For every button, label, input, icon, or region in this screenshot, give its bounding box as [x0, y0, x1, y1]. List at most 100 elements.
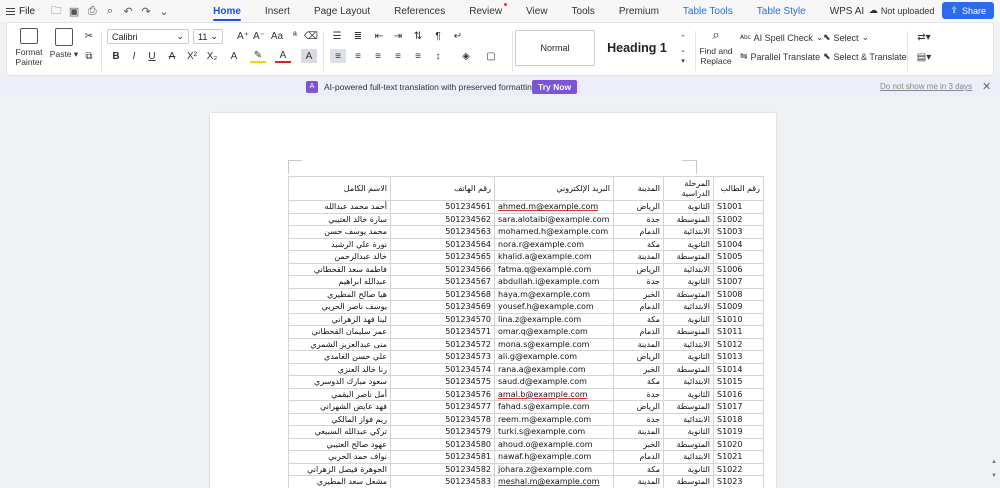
save-icon[interactable]: ▣	[65, 2, 83, 20]
cell-phone[interactable]: 501234575	[390, 375, 495, 389]
cell-stage[interactable]: المتوسطة	[663, 212, 714, 226]
cell-city[interactable]: الرياض	[613, 350, 664, 364]
decrease-font-icon[interactable]: A⁻	[251, 29, 267, 43]
cut-icon[interactable]: ✂	[81, 29, 97, 43]
undo-icon[interactable]: ↶	[119, 2, 137, 20]
align-left-icon[interactable]: ≡	[330, 49, 346, 63]
cell-student-id[interactable]: S1013	[713, 350, 764, 364]
cell-stage[interactable]: المتوسطة	[663, 362, 714, 376]
shading-icon[interactable]: ◈	[458, 49, 474, 63]
cell-name[interactable]: الجوهرة فيصل الزهراني	[288, 462, 391, 476]
cell-city[interactable]: الرياض	[613, 400, 664, 414]
cell-city[interactable]: المدينة	[613, 425, 664, 439]
cell-email[interactable]: ahoud.o@example.com	[494, 437, 614, 451]
italic-icon[interactable]: I	[126, 49, 142, 63]
cell-name[interactable]: سعود مبارك الدوسري	[288, 375, 391, 389]
style-normal[interactable]: Normal	[515, 30, 595, 66]
copy-icon[interactable]: ⧉	[81, 49, 97, 63]
cell-name[interactable]: فهد عايض الشهراني	[288, 400, 391, 414]
cell-student-id[interactable]: S1001	[713, 200, 764, 214]
tab-premium[interactable]: Premium	[607, 0, 671, 22]
line-spacing-icon[interactable]: ↕	[430, 49, 446, 63]
distributed-icon[interactable]: ≡	[410, 49, 426, 63]
close-icon[interactable]: ✕	[982, 80, 991, 93]
cell-student-id[interactable]: S1017	[713, 400, 764, 414]
cell-email[interactable]: mona.s@example.com	[494, 337, 614, 351]
phonetic-guide-icon[interactable]: ª	[287, 29, 303, 43]
cell-phone[interactable]: 501234566	[390, 262, 495, 276]
cell-name[interactable]: نورة علي الرشيد	[288, 237, 391, 251]
cell-phone[interactable]: 501234577	[390, 400, 495, 414]
cell-stage[interactable]: المتوسطة	[663, 437, 714, 451]
cell-name[interactable]: عمر سليمان القحطاني	[288, 325, 391, 339]
cell-email[interactable]: omar.q@example.com	[494, 325, 614, 339]
cell-city[interactable]: جدة	[613, 212, 664, 226]
text-direction-icon[interactable]: ⇄▾	[913, 30, 935, 44]
cell-city[interactable]: الدمام	[613, 225, 664, 239]
style-more-icon[interactable]: ▾	[675, 54, 691, 68]
tab-insert[interactable]: Insert	[253, 0, 302, 22]
parallel-translate-button[interactable]: ⇋ Parallel Translate	[740, 51, 820, 62]
cell-student-id[interactable]: S1006	[713, 262, 764, 276]
clear-format-icon[interactable]: ⌫	[303, 29, 319, 43]
cell-stage[interactable]: المتوسطة	[663, 325, 714, 339]
cell-student-id[interactable]: S1021	[713, 450, 764, 464]
paste-button[interactable]: Paste ▾	[48, 28, 80, 59]
cell-stage[interactable]: الابتدائية	[663, 300, 714, 314]
bullets-icon[interactable]: ☰	[329, 29, 345, 43]
character-shading-icon[interactable]: A	[301, 49, 317, 63]
cell-phone[interactable]: 501234572	[390, 337, 495, 351]
cell-stage[interactable]: الابتدائية	[663, 225, 714, 239]
strikethrough-icon[interactable]: A	[164, 49, 180, 63]
show-marks-icon[interactable]: ↵	[450, 29, 466, 43]
tab-table-tools[interactable]: Table Tools	[671, 0, 745, 22]
cell-city[interactable]: مكة	[613, 375, 664, 389]
cell-name[interactable]: مشعل سعد المطيري	[288, 475, 391, 488]
cell-email[interactable]: nora.r@example.com	[494, 237, 614, 251]
cell-email[interactable]: khalid.a@example.com	[494, 250, 614, 264]
cell-student-id[interactable]: S1019	[713, 425, 764, 439]
cell-phone[interactable]: 501234569	[390, 300, 495, 314]
cell-stage[interactable]: الثانوية	[663, 275, 714, 289]
cell-email[interactable]: sara.alotaibi@example.com	[494, 212, 614, 226]
scroll-up-icon[interactable]: ▲	[991, 459, 997, 465]
cell-city[interactable]: جدة	[613, 412, 664, 426]
font-name-select[interactable]: Calibri ⌄	[107, 29, 189, 44]
cell-email[interactable]: abdullah.i@example.com	[494, 275, 614, 289]
header-full-name[interactable]: الاسم الكامل	[288, 176, 391, 201]
cell-student-id[interactable]: S1015	[713, 375, 764, 389]
cell-student-id[interactable]: S1012	[713, 337, 764, 351]
cell-name[interactable]: عهود صالح العتيبي	[288, 437, 391, 451]
cell-stage[interactable]: الثانوية	[663, 350, 714, 364]
cell-name[interactable]: سارة خالد العتيبي	[288, 212, 391, 226]
tab-tools[interactable]: Tools	[560, 0, 607, 22]
cell-name[interactable]: منى عبدالعزيز الشمري	[288, 337, 391, 351]
open-file-icon[interactable]: 🗀	[47, 2, 65, 20]
cell-stage[interactable]: الثانوية	[663, 462, 714, 476]
cell-phone[interactable]: 501234582	[390, 462, 495, 476]
cell-stage[interactable]: المتوسطة	[663, 475, 714, 488]
cell-name[interactable]: رنا خالد العنزي	[288, 362, 391, 376]
cell-phone[interactable]: 501234579	[390, 425, 495, 439]
cell-student-id[interactable]: S1008	[713, 287, 764, 301]
cell-phone[interactable]: 501234562	[390, 212, 495, 226]
cell-email[interactable]: lina.z@example.com	[494, 312, 614, 326]
header-email[interactable]: البريد الإلكتروني	[494, 176, 614, 201]
cell-stage[interactable]: الثانوية	[663, 312, 714, 326]
cell-student-id[interactable]: S1023	[713, 475, 764, 488]
select-translate-button[interactable]: ⬉ Select & Translate	[823, 51, 907, 62]
cell-student-id[interactable]: S1018	[713, 412, 764, 426]
header-phone[interactable]: رقم الهاتف	[390, 176, 495, 201]
align-right-icon[interactable]: ≡	[370, 49, 386, 63]
cell-email[interactable]: nawaf.h@example.com	[494, 450, 614, 464]
cell-city[interactable]: مكة	[613, 462, 664, 476]
cell-phone[interactable]: 501234561	[390, 200, 495, 214]
cell-city[interactable]: الخبر	[613, 437, 664, 451]
cell-email[interactable]: ali.g@example.com	[494, 350, 614, 364]
cell-phone[interactable]: 501234567	[390, 275, 495, 289]
cell-name[interactable]: أمل ناصر البقمي	[288, 387, 391, 401]
cell-phone[interactable]: 501234574	[390, 362, 495, 376]
tab-home[interactable]: Home	[201, 0, 253, 22]
vertical-scrollbar[interactable]: ▲ ▼	[990, 97, 1000, 488]
cell-email[interactable]: reem.m@example.com	[494, 412, 614, 426]
